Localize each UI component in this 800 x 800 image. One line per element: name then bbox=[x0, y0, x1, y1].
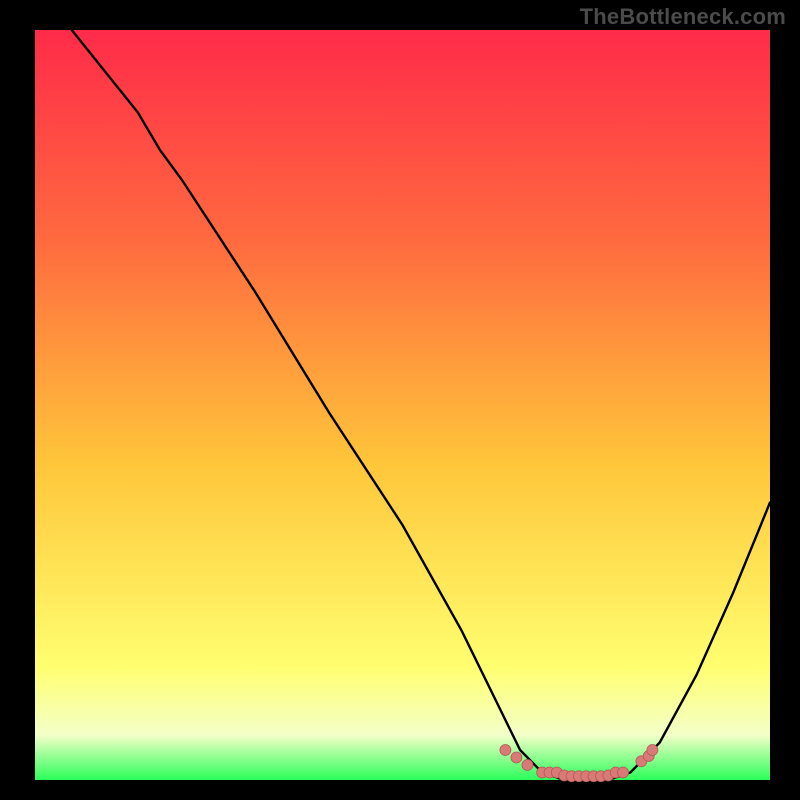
bottleneck-chart bbox=[0, 0, 800, 800]
optimal-marker bbox=[618, 767, 629, 778]
optimal-marker bbox=[647, 745, 658, 756]
optimal-marker bbox=[511, 752, 522, 763]
plot-background bbox=[35, 30, 770, 780]
watermark-text: TheBottleneck.com bbox=[580, 4, 786, 30]
optimal-marker bbox=[500, 745, 511, 756]
optimal-marker bbox=[522, 760, 533, 771]
chart-frame: TheBottleneck.com bbox=[0, 0, 800, 800]
